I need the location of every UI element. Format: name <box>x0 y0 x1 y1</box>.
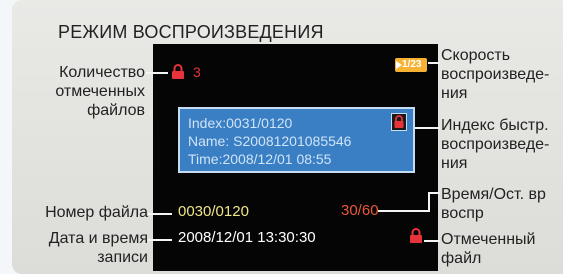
marked-file-label-line-1: Отмеченный <box>441 231 536 248</box>
playback-speed-label-line-1: Скорость <box>441 47 511 64</box>
record-datetime-label-line-1: Дата и время <box>48 230 148 247</box>
info-time: Time:2008/12/01 08:55 <box>188 151 332 167</box>
time-remaining-label-line-2: воспр <box>441 205 484 222</box>
playback-speed-leader-line <box>428 62 440 64</box>
file-number-label-line-1: Номер файла <box>45 204 148 221</box>
quick-index-label-line-2: воспроизведе- <box>441 136 550 153</box>
marked-count-label-line-2: отмеченных <box>55 83 145 100</box>
time-remaining-label: Время/Ост. вр воспр <box>441 185 563 223</box>
marked-file-label: Отмеченный файл <box>441 230 563 268</box>
quick-index-leader-line <box>413 127 440 129</box>
quick-index-label-line-1: Индекс быстр. <box>441 117 549 134</box>
time-value: 30/60 <box>341 202 379 219</box>
info-index: Index:0031/0120 <box>188 115 293 131</box>
quick-index-label: Индекс быстр. воспроизведе- ния <box>441 116 563 173</box>
marked-count-label-line-3: файлов <box>87 102 145 119</box>
marked-count-value: 3 <box>193 64 201 80</box>
file-number-leader-line <box>148 213 172 215</box>
playback-speed-label-line-3: ния <box>441 85 468 102</box>
record-datetime-label-line-2: записи <box>97 249 148 266</box>
marked-count-label-line-1: Количество <box>59 64 145 81</box>
playback-speed-label-line-2: воспроизведе- <box>441 66 550 83</box>
info-name: Name: S20081201085546 <box>188 133 352 149</box>
time-remaining-leader-line-h <box>378 210 428 212</box>
file-number-label: Номер файла <box>20 203 148 222</box>
marked-count-label: Количество отмеченных файлов <box>45 63 145 120</box>
quick-index-label-line-3: ния <box>441 155 468 172</box>
datetime-value: 2008/12/01 13:30:30 <box>178 229 316 246</box>
marked-file-lock-icon <box>410 228 422 243</box>
record-datetime-leader-line <box>148 239 172 241</box>
record-datetime-label: Дата и время записи <box>30 229 148 267</box>
lock-icon <box>172 64 184 79</box>
playback-speed-label: Скорость воспроизведе- ния <box>441 46 563 103</box>
time-remaining-label-line-1: Время/Ост. вр <box>441 186 546 203</box>
file-number-value: 0030/0120 <box>178 203 249 220</box>
playback-speed-icon: 1/23 <box>395 58 427 72</box>
time-remaining-leader-line-v <box>428 192 430 212</box>
info-lock-icon <box>391 113 407 131</box>
time-remaining-leader-line-top <box>428 192 440 194</box>
marked-count-leader-line <box>146 72 168 74</box>
marked-file-leader-line <box>424 240 440 242</box>
playback-speed-value: 1/23 <box>402 59 422 70</box>
diagram-heading: РЕЖИМ ВОСПРОИЗВЕДЕНИЯ <box>58 22 324 42</box>
marked-file-label-line-2: файл <box>441 250 482 267</box>
quick-index-box: Index:0031/0120 Name: S20081201085546 Ti… <box>178 107 415 173</box>
